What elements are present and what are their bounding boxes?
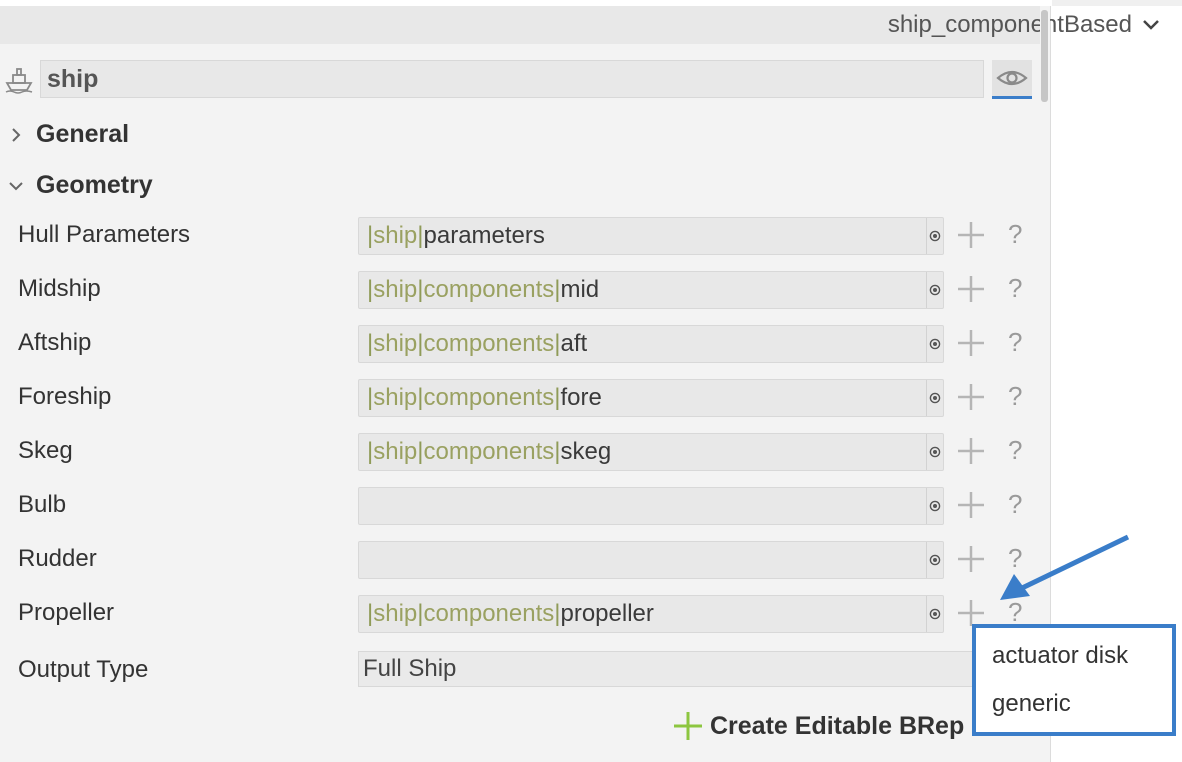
- add-aftship-plus-icon[interactable]: [956, 328, 986, 358]
- path-target: skeg: [560, 438, 612, 465]
- path-segment: components: [423, 438, 555, 465]
- path-target: aft: [560, 330, 588, 357]
- path-target: propeller: [560, 600, 654, 627]
- output-type-label: Output Type: [18, 656, 149, 683]
- reference-path: |ship|components|mid: [367, 272, 599, 308]
- picker-target-icon[interactable]: [926, 326, 943, 362]
- reference-field-propeller[interactable]: |ship|components|propeller: [358, 595, 944, 633]
- create-editable-brep-button[interactable]: Create Editable BRep: [672, 706, 964, 746]
- reference-path: |ship|components|aft: [367, 326, 587, 362]
- annotation-arrow-icon: [1000, 534, 1130, 600]
- reference-field-foreship[interactable]: |ship|components|fore: [358, 379, 944, 417]
- add-skeg-plus-icon[interactable]: [956, 436, 986, 466]
- output-type-select[interactable]: Full Ship: [358, 651, 978, 687]
- path-target: mid: [560, 276, 600, 303]
- reference-path: |ship|parameters: [367, 218, 545, 254]
- picker-target-icon[interactable]: [926, 488, 943, 524]
- path-segment: ship: [373, 222, 418, 249]
- config-selector-label: ship_componentBased: [887, 11, 1132, 38]
- chevron-down-icon: [9, 181, 23, 190]
- picker-target-icon[interactable]: [926, 380, 943, 416]
- row-label-hull-parameters: Hull Parameters: [18, 221, 191, 248]
- eye-icon: [996, 70, 1028, 86]
- path-target: parameters: [423, 222, 545, 249]
- section-general-label: General: [36, 120, 130, 148]
- reference-field-aftship[interactable]: |ship|components|aft: [358, 325, 944, 363]
- path-segment: ship: [373, 276, 418, 303]
- path-segment: components: [423, 600, 555, 627]
- create-editable-brep-label: Create Editable BRep: [710, 711, 965, 740]
- section-geometry[interactable]: Geometry: [8, 171, 153, 200]
- help-midship-button[interactable]: ?: [1008, 273, 1026, 303]
- help-foreship-button[interactable]: ?: [1008, 381, 1026, 411]
- ship-icon: [5, 68, 33, 94]
- picker-target-icon[interactable]: [926, 218, 943, 254]
- add-rudder-plus-icon[interactable]: [956, 544, 986, 574]
- add-foreship-plus-icon[interactable]: [956, 382, 986, 412]
- row-label-foreship: Foreship: [18, 383, 112, 410]
- picker-target-icon[interactable]: [926, 542, 943, 578]
- help-aftship-button[interactable]: ?: [1008, 327, 1026, 357]
- row-label-aftship: Aftship: [18, 329, 92, 356]
- help-hull-parameters-button[interactable]: ?: [1008, 219, 1026, 249]
- reference-path: |ship|components|fore: [367, 380, 602, 416]
- visibility-toggle[interactable]: [992, 60, 1032, 99]
- popup-item-actuator-disk[interactable]: actuator disk: [992, 642, 1128, 670]
- row-label-skeg: Skeg: [18, 437, 73, 464]
- reference-field-rudder[interactable]: [358, 541, 944, 579]
- chevron-right-icon: [12, 127, 21, 142]
- row-label-rudder: Rudder: [18, 545, 97, 572]
- path-segment: components: [423, 384, 555, 411]
- add-component-popup: actuator disk generic: [972, 624, 1176, 736]
- row-label-bulb: Bulb: [18, 491, 67, 518]
- reference-path: |ship|components|skeg: [367, 434, 611, 470]
- path-segment: ship: [373, 330, 418, 357]
- row-label-propeller: Propeller: [18, 599, 115, 626]
- panel-header: [0, 6, 1040, 44]
- reference-path: |ship|components|propeller: [367, 596, 654, 632]
- plus-icon: [674, 712, 702, 740]
- section-general[interactable]: General: [8, 120, 129, 149]
- path-target: fore: [560, 384, 602, 411]
- chevron-down-icon: [1143, 20, 1159, 30]
- path-segment: components: [423, 330, 555, 357]
- help-bulb-button[interactable]: ?: [1008, 489, 1026, 519]
- path-segment: components: [423, 276, 555, 303]
- reference-field-hull-parameters[interactable]: |ship|parameters: [358, 217, 944, 255]
- path-segment: ship: [373, 438, 418, 465]
- add-bulb-plus-icon[interactable]: [956, 490, 986, 520]
- object-name-field[interactable]: ship: [40, 60, 984, 98]
- section-geometry-label: Geometry: [36, 171, 153, 199]
- config-selector[interactable]: ship_componentBased: [888, 6, 1162, 44]
- add-midship-plus-icon[interactable]: [956, 274, 986, 304]
- path-segment: ship: [373, 384, 418, 411]
- help-skeg-button[interactable]: ?: [1008, 435, 1026, 465]
- reference-field-skeg[interactable]: |ship|components|skeg: [358, 433, 944, 471]
- reference-field-midship[interactable]: |ship|components|mid: [358, 271, 944, 309]
- picker-target-icon[interactable]: [926, 596, 943, 632]
- popup-item-generic[interactable]: generic: [992, 690, 1071, 718]
- scrollbar-thumb[interactable]: [1041, 10, 1048, 102]
- picker-target-icon[interactable]: [926, 272, 943, 308]
- picker-target-icon[interactable]: [926, 434, 943, 470]
- reference-field-bulb[interactable]: [358, 487, 944, 525]
- path-segment: ship: [373, 600, 418, 627]
- row-label-midship: Midship: [18, 275, 101, 302]
- add-hull-parameters-plus-icon[interactable]: [956, 220, 986, 250]
